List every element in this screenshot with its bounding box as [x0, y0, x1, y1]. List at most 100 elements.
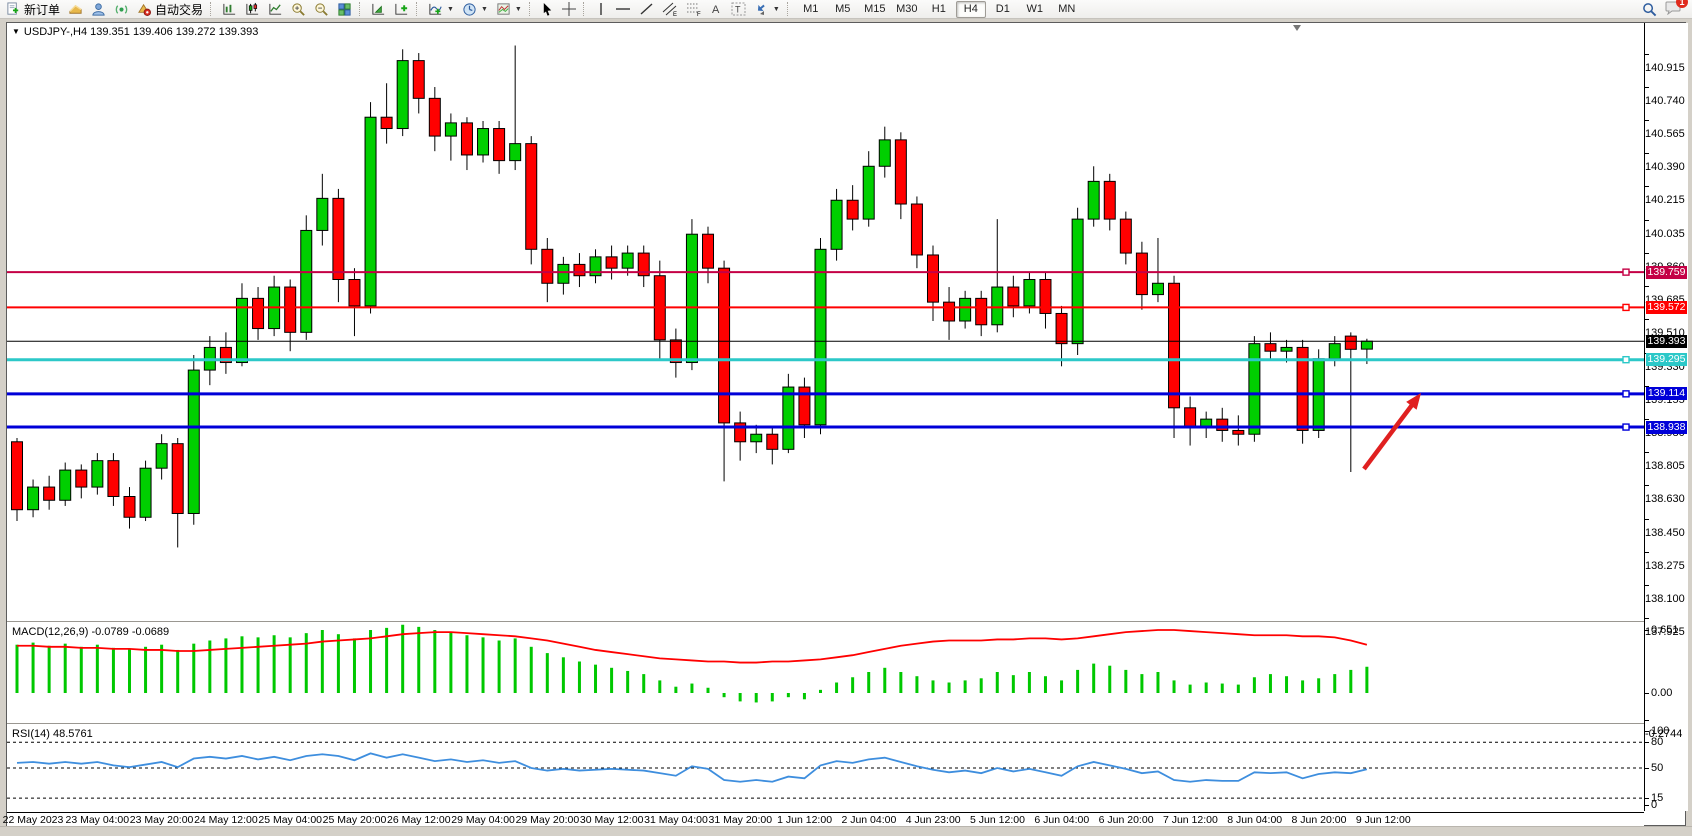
candle — [1152, 238, 1163, 302]
search-icon[interactable] — [1642, 2, 1657, 17]
line-chart-button[interactable] — [264, 0, 287, 19]
candle — [815, 238, 826, 434]
line-handle[interactable] — [1623, 424, 1629, 430]
candle — [960, 291, 971, 329]
candle — [317, 174, 328, 246]
bar-chart-icon — [222, 2, 237, 17]
symbol-dropdown-icon[interactable]: ▼ — [12, 27, 20, 36]
candle — [269, 276, 280, 336]
time-label: 23 May 20:00 — [130, 814, 194, 826]
bar-chart-button[interactable] — [218, 0, 241, 19]
periods-button[interactable]: ▼ — [458, 0, 492, 19]
candle — [1345, 332, 1356, 472]
template-icon — [496, 2, 511, 17]
price-tick: 138.805 — [1645, 445, 1688, 459]
timeframe-M15[interactable]: M15 — [860, 1, 890, 18]
templates-button[interactable]: ▼ — [492, 0, 526, 19]
auto-trading-button[interactable]: 自动交易 — [133, 0, 207, 19]
chart-plot-area[interactable]: ▼USDJPY-,H4 139.351 139.406 139.272 139.… — [7, 23, 1644, 825]
new-order-button[interactable]: 新订单 — [2, 0, 64, 19]
svg-text:F: F — [697, 12, 701, 17]
time-label: 29 May 04:00 — [451, 814, 515, 826]
notifications-button[interactable]: 1 — [1665, 0, 1682, 18]
time-label: 8 Jun 04:00 — [1227, 814, 1282, 826]
chart-shift-marker-icon[interactable] — [1293, 25, 1301, 31]
zoom-in-button[interactable] — [287, 0, 310, 19]
candle — [1040, 272, 1051, 329]
toolbar-separator — [529, 2, 533, 16]
fibonacci-button[interactable]: F — [682, 0, 706, 19]
candle — [1136, 242, 1147, 310]
candle — [558, 257, 569, 295]
candlestick-chart-button[interactable] — [241, 0, 264, 19]
timeframe-M5[interactable]: M5 — [828, 1, 858, 18]
cursor-button[interactable] — [537, 0, 558, 19]
candle — [606, 246, 617, 280]
candle — [124, 487, 135, 529]
line-handle[interactable] — [1623, 357, 1629, 363]
text-label-button[interactable]: T — [727, 0, 750, 19]
vertical-line-button[interactable] — [591, 0, 611, 19]
candle — [461, 117, 472, 170]
time-label: 2 Jun 04:00 — [841, 814, 896, 826]
sound-alert-button[interactable] — [110, 0, 133, 19]
arrow-annotation[interactable] — [1364, 403, 1414, 469]
auto-trading-label: 自动交易 — [155, 1, 203, 18]
toolbar-separator — [787, 2, 791, 16]
text-button[interactable]: A — [706, 0, 727, 19]
indicator-window-button[interactable] — [367, 0, 390, 19]
time-label: 5 Jun 12:00 — [970, 814, 1025, 826]
trendline-icon — [639, 2, 654, 16]
candle — [1201, 412, 1212, 438]
price-tick: 140.390 — [1645, 146, 1688, 160]
timeframe-MN[interactable]: MN — [1052, 1, 1082, 18]
add-indicator-window-button[interactable] — [390, 0, 413, 19]
price-tick: 140.740 — [1645, 80, 1688, 94]
candle — [1329, 336, 1340, 366]
candle — [526, 136, 537, 264]
rsi-axis-label: 50 — [1645, 761, 1688, 775]
rsi-axis-label: 80 — [1645, 735, 1688, 749]
macd-pane[interactable]: MACD(12,26,9) -0.0789 -0.0689 — [7, 623, 1644, 723]
timeframe-M30[interactable]: M30 — [892, 1, 922, 18]
candle — [895, 132, 906, 219]
candle — [654, 261, 665, 359]
tile-windows-button[interactable] — [333, 0, 356, 19]
equidistant-channel-button[interactable]: E — [658, 0, 682, 19]
line-handle[interactable] — [1623, 391, 1629, 397]
data-window-button[interactable] — [87, 0, 110, 19]
clock-icon — [462, 2, 477, 17]
timeframe-toolbar: M1M5M15M30H1H4D1W1MN — [795, 1, 1083, 18]
candle — [1185, 396, 1196, 445]
timeframe-M1[interactable]: M1 — [796, 1, 826, 18]
candle — [927, 246, 938, 321]
candlestick-chart — [7, 23, 1644, 621]
candle — [60, 463, 71, 506]
line-handle[interactable] — [1623, 269, 1629, 275]
line-handle[interactable] — [1623, 304, 1629, 310]
arrows-button[interactable]: ▼ — [750, 0, 784, 19]
horizontal-line-icon — [615, 2, 631, 16]
arrows-icon — [754, 2, 769, 16]
indicators-button[interactable]: ▼ — [424, 0, 458, 19]
crosshair-button[interactable] — [558, 0, 580, 19]
price-pane[interactable]: ▼USDJPY-,H4 139.351 139.406 139.272 139.… — [7, 23, 1644, 621]
candle — [1120, 212, 1131, 265]
horizontal-line-button[interactable] — [611, 0, 635, 19]
market-watch-button[interactable] — [64, 0, 87, 19]
notification-badge: 1 — [1676, 0, 1688, 8]
timeframe-H4[interactable]: H4 — [956, 1, 986, 18]
timeframe-D1[interactable]: D1 — [988, 1, 1018, 18]
timeframe-H1[interactable]: H1 — [924, 1, 954, 18]
add-indicator-window-icon — [394, 2, 409, 17]
toolbar-separator — [416, 2, 420, 16]
price-axis[interactable]: 140.915140.740140.565140.390140.215140.0… — [1644, 23, 1688, 811]
trendline-button[interactable] — [635, 0, 658, 19]
candle — [686, 219, 697, 370]
timeframe-W1[interactable]: W1 — [1020, 1, 1050, 18]
candle — [12, 438, 23, 521]
rsi-pane[interactable]: RSI(14) 48.5761 — [7, 725, 1644, 811]
candle — [172, 438, 183, 547]
candle — [76, 464, 87, 498]
zoom-out-button[interactable] — [310, 0, 333, 19]
